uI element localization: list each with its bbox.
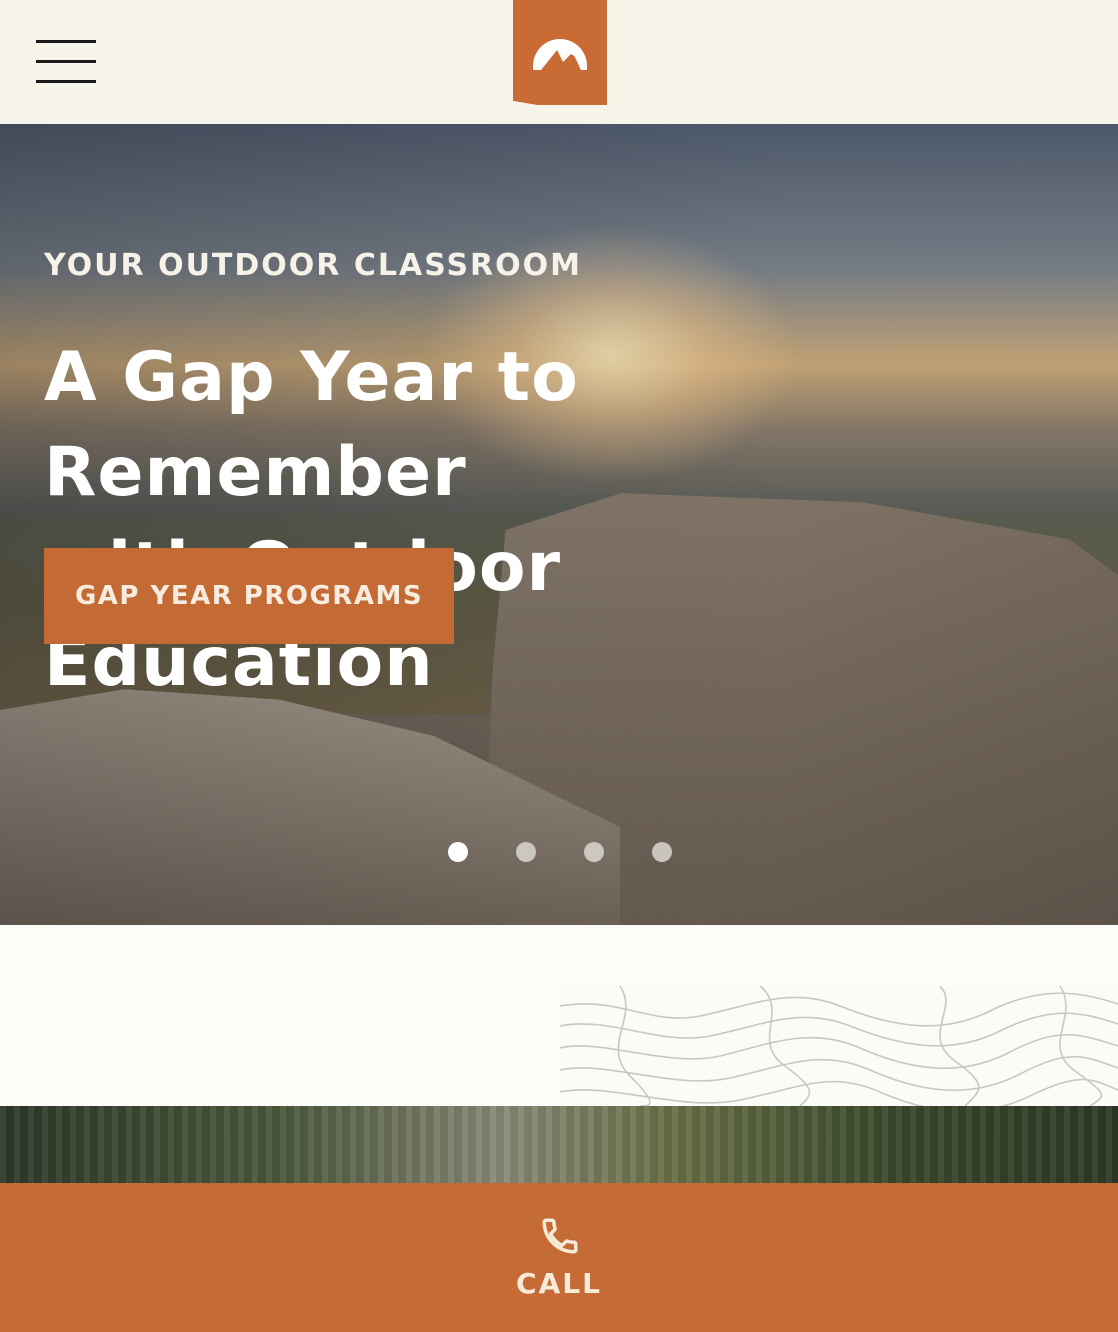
nols-logo[interactable]: NOLS xyxy=(513,0,610,106)
call-label: CALL xyxy=(516,1267,602,1300)
forest-image xyxy=(0,1106,1118,1186)
carousel-dot-1[interactable] xyxy=(448,842,468,862)
hero-eyebrow: YOUR OUTDOOR CLASSROOM xyxy=(44,248,583,283)
hero-headline: A Gap Year to Remember with Outdoor Educ… xyxy=(44,330,944,710)
gap-year-programs-button[interactable]: GAP YEAR PROGRAMS xyxy=(44,548,454,644)
hamburger-menu-icon[interactable] xyxy=(36,40,96,84)
logo-wordmark: NOLS xyxy=(537,80,610,106)
carousel-dot-3[interactable] xyxy=(584,842,604,862)
hero-banner: YOUR OUTDOOR CLASSROOM A Gap Year to Rem… xyxy=(0,124,1118,925)
phone-icon xyxy=(542,1218,578,1254)
site-header: NOLS xyxy=(0,0,1118,124)
carousel-dot-2[interactable] xyxy=(516,842,536,862)
topographic-pattern xyxy=(560,986,1118,1106)
carousel-dot-4[interactable] xyxy=(652,842,672,862)
call-button[interactable]: CALL xyxy=(0,1183,1118,1332)
hero-headline-line1: A Gap Year to Remember xyxy=(44,338,579,512)
